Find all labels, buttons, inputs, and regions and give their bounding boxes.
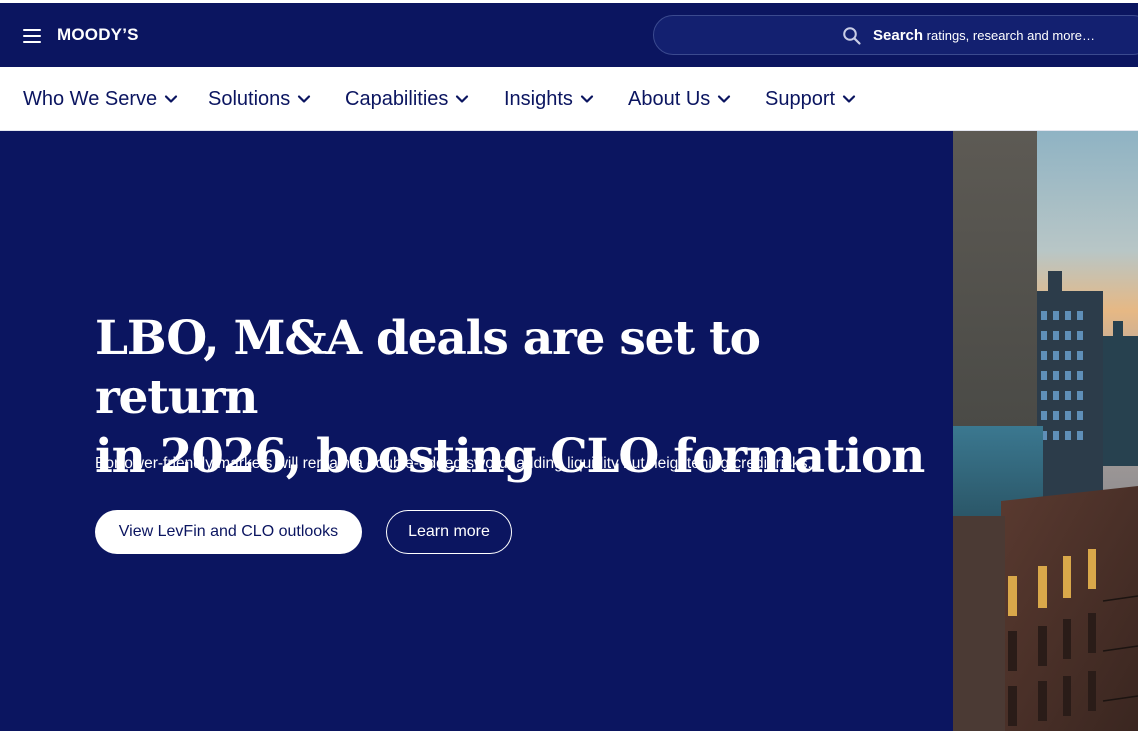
moodys-logo[interactable]: MOODY’S: [57, 25, 139, 45]
top-header: MOODY’S Search ratings, research and mor…: [0, 0, 1138, 67]
nav-item-solutions[interactable]: Solutions: [208, 87, 311, 111]
nav-item-who-we-serve[interactable]: Who We Serve: [23, 87, 178, 111]
hero-subtitle: Borrower-friendly markets will remain a …: [95, 455, 812, 472]
learn-more-button[interactable]: Learn more: [386, 510, 512, 554]
search-placeholder: Search ratings, research and more…: [873, 27, 1095, 44]
nav-item-label: Who We Serve: [23, 87, 158, 110]
nav-item-label: Capabilities: [345, 87, 449, 110]
hamburger-icon[interactable]: [23, 29, 41, 43]
chevron-down-icon: [456, 95, 469, 103]
nav-item-insights[interactable]: Insights: [504, 87, 594, 111]
nav-item-label: Insights: [504, 87, 573, 110]
chevron-down-icon: [718, 95, 731, 103]
hero-title-line-1: LBO, M&A deals are set to return: [95, 311, 761, 425]
city-buildings-illustration: [953, 131, 1138, 731]
chevron-down-icon: [298, 95, 311, 103]
nav-item-support[interactable]: Support: [765, 87, 856, 111]
hero-section: LBO, M&A deals are set to return in 2026…: [0, 131, 953, 731]
view-outlooks-button[interactable]: View LevFin and CLO outlooks: [95, 510, 362, 554]
city-buildings-photo: [953, 131, 1138, 731]
chevron-down-icon: [580, 95, 594, 103]
nav-item-label: About Us: [628, 87, 711, 110]
nav-item-about-us[interactable]: About Us: [628, 87, 731, 111]
nav-item-capabilities[interactable]: Capabilities: [345, 87, 469, 111]
chevron-down-icon: [842, 95, 856, 103]
nav-item-label: Solutions: [208, 87, 291, 110]
search-placeholder-bold: Search: [873, 27, 924, 44]
main-nav: Who We Serve Solutions Capabilities Insi…: [0, 67, 1138, 131]
nav-item-label: Support: [765, 87, 836, 110]
search-input[interactable]: Search ratings, research and more…: [653, 15, 1138, 55]
chevron-down-icon: [165, 95, 178, 103]
search-icon: [843, 27, 861, 45]
search-placeholder-rest: ratings, research and more…: [923, 28, 1096, 43]
